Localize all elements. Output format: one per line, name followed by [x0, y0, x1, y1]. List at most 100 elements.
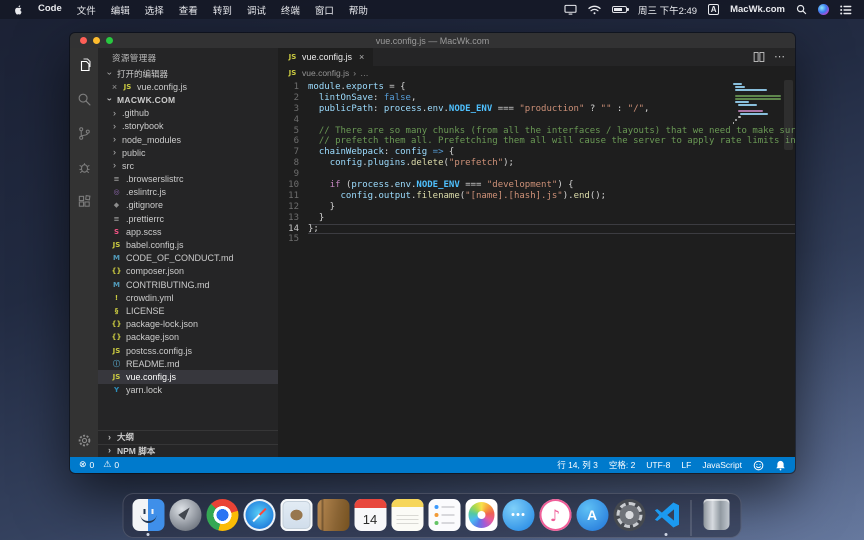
account-menu[interactable]: MacWk.com: [730, 4, 785, 15]
indentation-setting[interactable]: 空格: 2: [609, 459, 635, 471]
file-row[interactable]: JSpostcss.config.js: [98, 344, 278, 357]
menu-item[interactable]: 帮助: [349, 3, 368, 17]
breadcrumb[interactable]: JS vue.config.js › …: [278, 66, 795, 80]
dock-notes-icon[interactable]: [391, 499, 424, 536]
dock-reminders-icon[interactable]: [428, 499, 461, 536]
dock-sysprefs-icon[interactable]: [613, 499, 646, 536]
dock-mail-icon[interactable]: [280, 499, 313, 536]
cursor-position[interactable]: 行 14, 列 3: [557, 459, 598, 471]
file-row[interactable]: MCODE_OF_CONDUCT.md: [98, 252, 278, 265]
feedback-smiley-icon[interactable]: [753, 460, 764, 471]
code-text: chainWebpack: config => {: [308, 147, 795, 158]
file-row[interactable]: ≡.prettierrc: [98, 212, 278, 225]
wifi-icon[interactable]: [588, 4, 601, 16]
menu-item[interactable]: 转到: [213, 3, 232, 17]
minimap[interactable]: [733, 83, 781, 128]
close-icon[interactable]: ×: [111, 82, 118, 92]
display-icon[interactable]: [564, 4, 577, 16]
open-editors-header[interactable]: › 打开的编辑器: [98, 67, 278, 80]
file-label: package.json: [126, 332, 179, 342]
debug-icon[interactable]: [77, 160, 92, 175]
project-root-header[interactable]: › MACWK.COM: [98, 93, 278, 106]
errors-indicator[interactable]: ⊗ 0: [79, 460, 94, 470]
sidebar-section-header[interactable]: ›大纲: [98, 430, 278, 444]
code-text: // There are so many chunks (from all th…: [308, 126, 795, 137]
notifications-bell-icon[interactable]: [775, 460, 786, 471]
file-row[interactable]: !crowdin.yml: [98, 291, 278, 304]
split-editor-icon[interactable]: [753, 51, 765, 63]
menu-item[interactable]: 文件: [77, 3, 96, 17]
warnings-indicator[interactable]: ⚠ 0: [103, 460, 119, 470]
line-number: 8: [278, 158, 308, 169]
dock-launchpad-icon[interactable]: [169, 499, 202, 536]
menu-item[interactable]: 终端: [281, 3, 300, 17]
menu-item[interactable]: 窗口: [315, 3, 334, 17]
menu-item[interactable]: 查看: [179, 3, 198, 17]
editor-scrollbar[interactable]: [782, 80, 795, 457]
apple-menu-icon[interactable]: [12, 4, 23, 16]
input-source-icon[interactable]: A: [708, 4, 719, 15]
file-row[interactable]: {}composer.json: [98, 265, 278, 278]
file-row[interactable]: ◆.gitignore: [98, 199, 278, 212]
encoding-setting[interactable]: UTF-8: [646, 460, 670, 470]
file-row[interactable]: Sapp.scss: [98, 225, 278, 238]
dock-itunes-icon[interactable]: [539, 499, 572, 536]
folder-row[interactable]: ›node_modules: [98, 133, 278, 146]
menu-item[interactable]: 选择: [145, 3, 164, 17]
window-title-bar[interactable]: vue.config.js — MacWk.com: [70, 33, 795, 48]
menu-bar: Code 文件 编辑 选择 查看 转到 调试 终端 窗口 帮助 周三 下午2:49 A MacWk…: [0, 0, 864, 19]
folder-row[interactable]: ›public: [98, 146, 278, 159]
file-row[interactable]: JSbabel.config.js: [98, 238, 278, 251]
explorer-icon[interactable]: [76, 57, 92, 73]
file-row[interactable]: ≡.browserslistrc: [98, 173, 278, 186]
dock-finder-icon[interactable]: [132, 499, 165, 536]
dock-calendar-icon[interactable]: 14: [354, 499, 387, 536]
dock-appstore-icon[interactable]: [576, 499, 609, 536]
file-row[interactable]: ◎.eslintrc.js: [98, 186, 278, 199]
chevron-right-icon: ›: [111, 135, 118, 144]
dock-safari-icon[interactable]: [243, 499, 276, 536]
battery-icon[interactable]: [612, 6, 627, 13]
folder-row[interactable]: ›src: [98, 159, 278, 172]
eol-setting[interactable]: LF: [681, 460, 691, 470]
file-row[interactable]: §LICENSE: [98, 304, 278, 317]
tab-close-icon[interactable]: ×: [359, 52, 364, 62]
folder-row[interactable]: ›.github: [98, 107, 278, 120]
menu-app-name[interactable]: Code: [38, 3, 62, 17]
file-row[interactable]: JSvue.config.js: [98, 370, 278, 383]
code-text: if (process.env.NODE_ENV === "developmen…: [308, 180, 795, 191]
dock-photos-icon[interactable]: [465, 499, 498, 536]
spotlight-search-icon[interactable]: [796, 4, 807, 16]
language-mode[interactable]: JavaScript: [702, 460, 742, 470]
tab-vue-config[interactable]: JS vue.config.js ×: [278, 48, 373, 66]
file-label: vue.config.js: [126, 372, 176, 382]
siri-icon[interactable]: [818, 4, 829, 15]
dock-chrome-icon[interactable]: [206, 499, 239, 536]
photos-app-icon: [465, 499, 497, 531]
dock-messages-icon[interactable]: [502, 499, 535, 536]
menu-item[interactable]: 调试: [247, 3, 266, 17]
dock-vscode-icon[interactable]: [650, 499, 683, 536]
file-row[interactable]: MCONTRIBUTING.md: [98, 278, 278, 291]
source-control-icon[interactable]: [77, 126, 92, 141]
extensions-icon[interactable]: [77, 194, 92, 209]
manage-gear-icon[interactable]: [77, 433, 92, 448]
file-row[interactable]: Yyarn.lock: [98, 384, 278, 397]
open-editor-item[interactable]: × JS vue.config.js: [98, 80, 278, 93]
code-line: 7 chainWebpack: config => {: [278, 147, 795, 158]
chevron-right-icon: ›: [111, 122, 118, 131]
file-row[interactable]: {}package-lock.json: [98, 318, 278, 331]
dock-trash-icon[interactable]: [700, 499, 733, 535]
menu-item[interactable]: 编辑: [111, 3, 130, 17]
folder-row[interactable]: ›.storybook: [98, 120, 278, 133]
sidebar-section-header[interactable]: ›NPM 脚本: [98, 444, 278, 458]
menu-clock[interactable]: 周三 下午2:49: [638, 3, 697, 17]
dock-contacts-icon[interactable]: [317, 499, 350, 536]
more-actions-icon[interactable]: ⋯: [774, 52, 786, 63]
file-row[interactable]: {}package.json: [98, 331, 278, 344]
code-editor[interactable]: 1module.exports = {2 lintOnSave: false,3…: [278, 80, 795, 457]
notification-center-icon[interactable]: [840, 4, 852, 16]
file-row[interactable]: ⓘREADME.md: [98, 357, 278, 370]
calendar-app-icon: 14: [354, 499, 386, 531]
search-icon[interactable]: [77, 92, 92, 107]
